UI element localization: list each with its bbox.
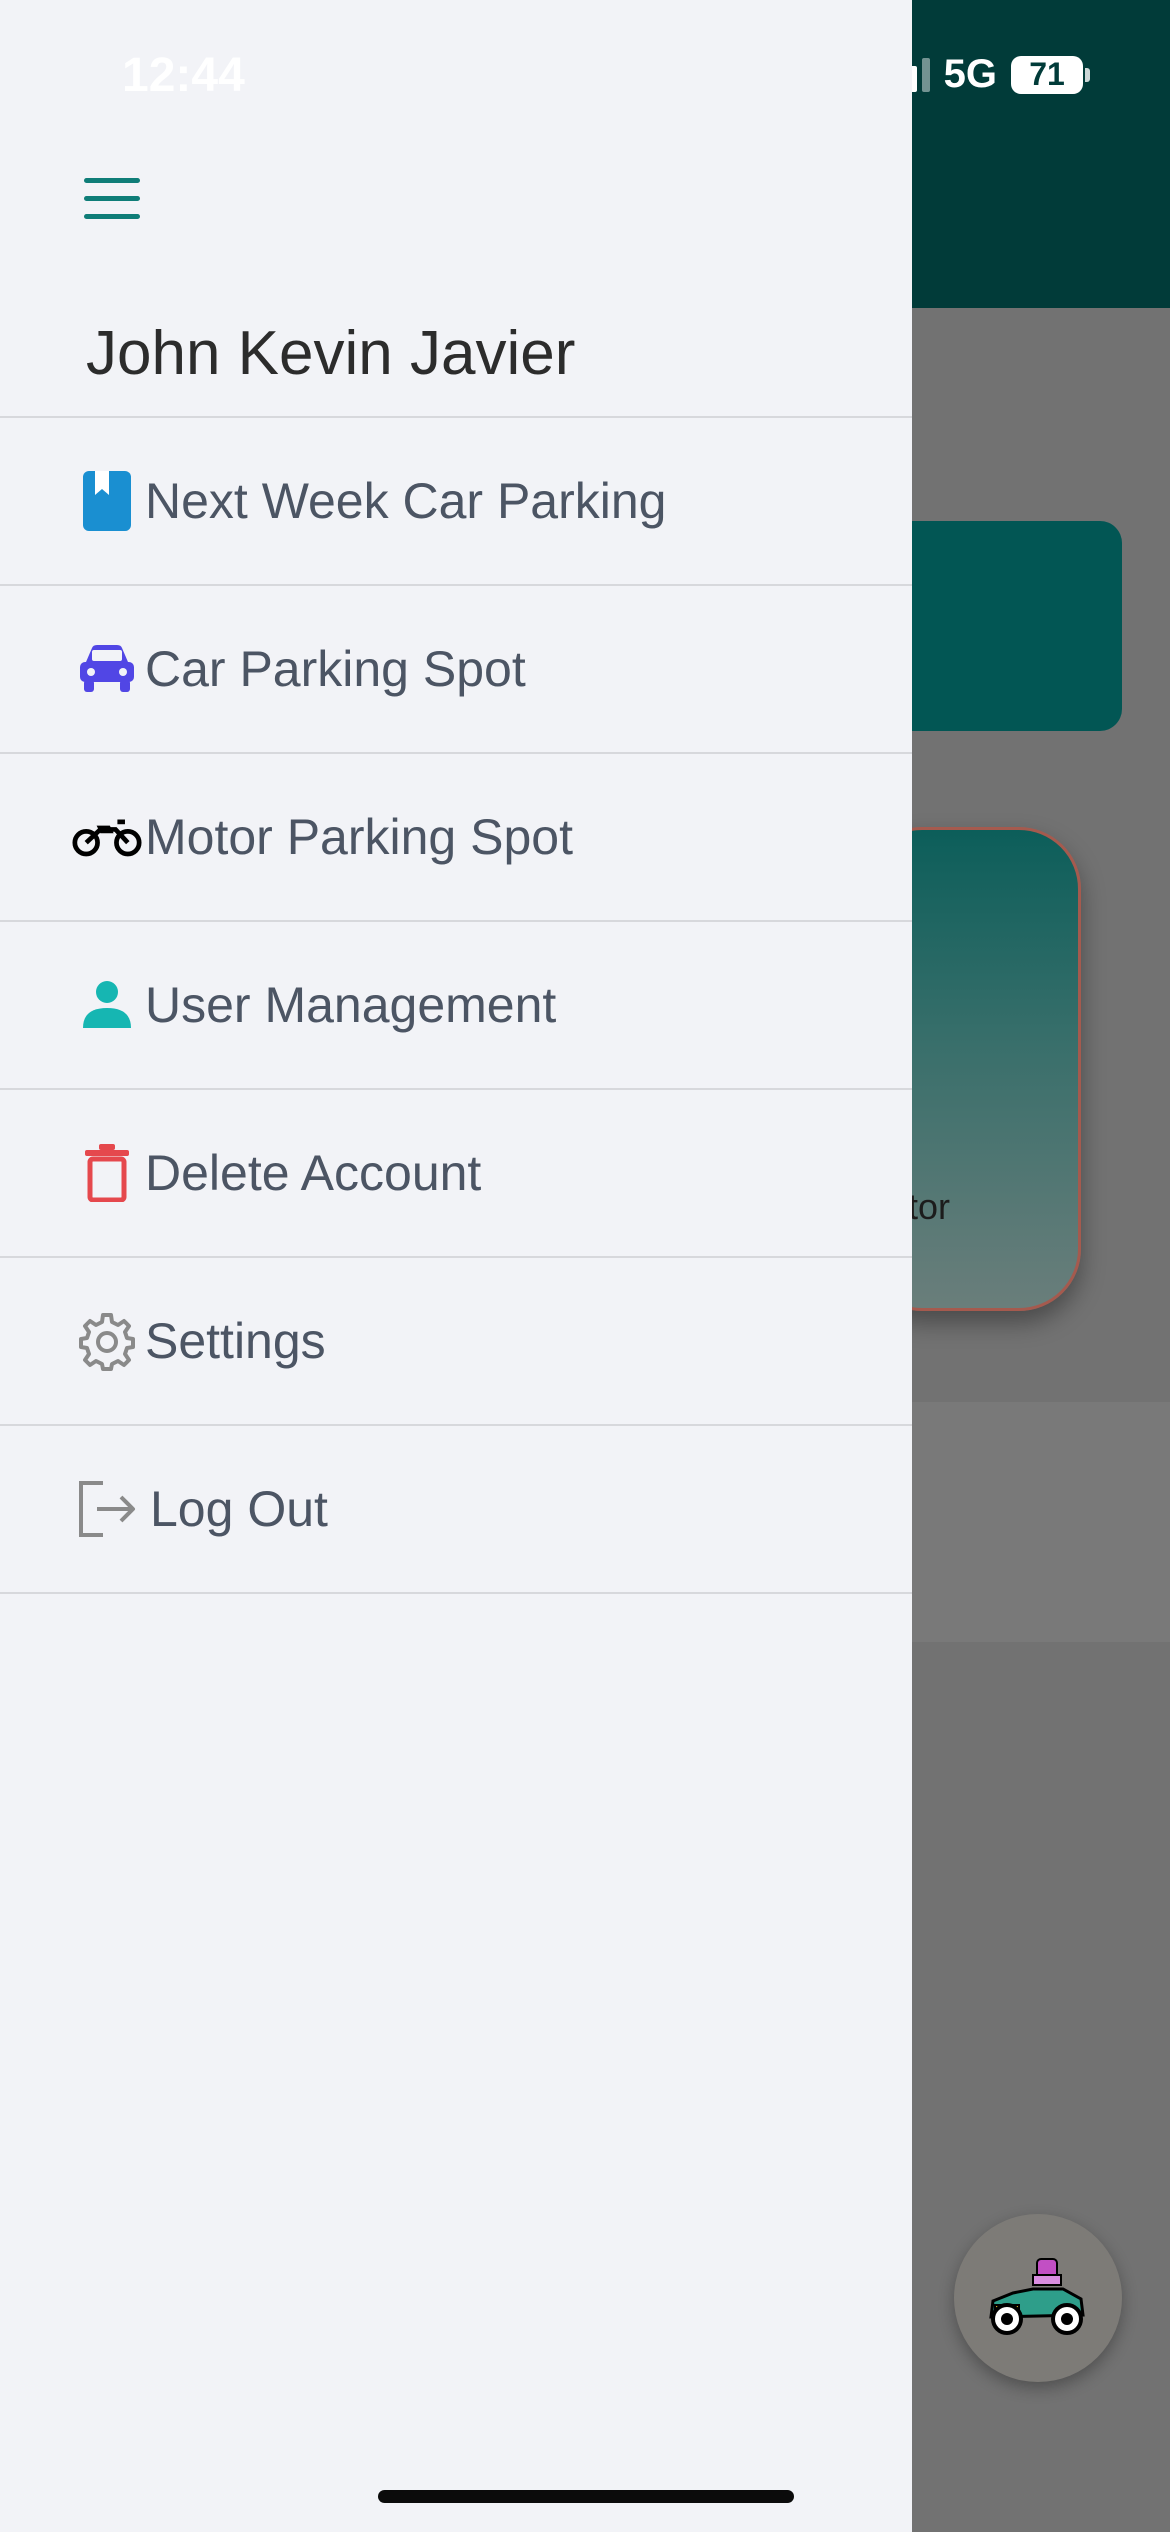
menu-item-user-management[interactable]: User Management	[0, 922, 912, 1090]
network-type: 5G	[943, 52, 997, 96]
menu-label: Delete Account	[145, 1145, 482, 1201]
menu-item-car-parking-spot[interactable]: Car Parking Spot	[0, 586, 912, 754]
menu-label: Motor Parking Spot	[145, 809, 573, 865]
background-section	[900, 1402, 1170, 1642]
status-bar-indicators: 5G 71	[882, 52, 1090, 97]
logout-icon	[72, 1476, 142, 1542]
menu-item-settings[interactable]: Settings	[0, 1258, 912, 1426]
battery-level: 71	[1011, 55, 1083, 94]
status-time: 12:44	[122, 49, 245, 102]
user-name: John Kevin Javier	[86, 319, 576, 388]
home-indicator[interactable]	[378, 2490, 794, 2503]
menu-item-log-out[interactable]: Log Out	[0, 1426, 912, 1594]
bookmark-icon	[72, 468, 142, 534]
car-icon	[72, 636, 142, 702]
menu-label: Next Week Car Parking	[145, 473, 667, 529]
menu-item-next-week-car-parking[interactable]: Next Week Car Parking	[0, 418, 912, 586]
navigation-drawer: 12:44 John Kevin Javier Next Week Car Pa…	[0, 0, 912, 2532]
drawer-menu: Next Week Car Parking Car Parking Spot M…	[0, 416, 912, 1594]
menu-item-motor-parking-spot[interactable]: Motor Parking Spot	[0, 754, 912, 922]
parking-assistant-button[interactable]	[954, 2214, 1122, 2382]
menu-label: Log Out	[150, 1481, 328, 1537]
menu-label: Settings	[145, 1313, 326, 1369]
battery-icon: 71	[1011, 55, 1090, 94]
menu-label: User Management	[145, 977, 557, 1033]
menu-item-delete-account[interactable]: Delete Account	[0, 1090, 912, 1258]
motorcycle-icon	[72, 804, 142, 870]
user-icon	[72, 972, 142, 1038]
menu-toggle-icon[interactable]	[84, 178, 140, 220]
cartoon-car-icon	[989, 2258, 1085, 2335]
menu-label: Car Parking Spot	[145, 641, 526, 697]
trash-icon	[72, 1140, 142, 1206]
gear-icon	[72, 1308, 142, 1374]
